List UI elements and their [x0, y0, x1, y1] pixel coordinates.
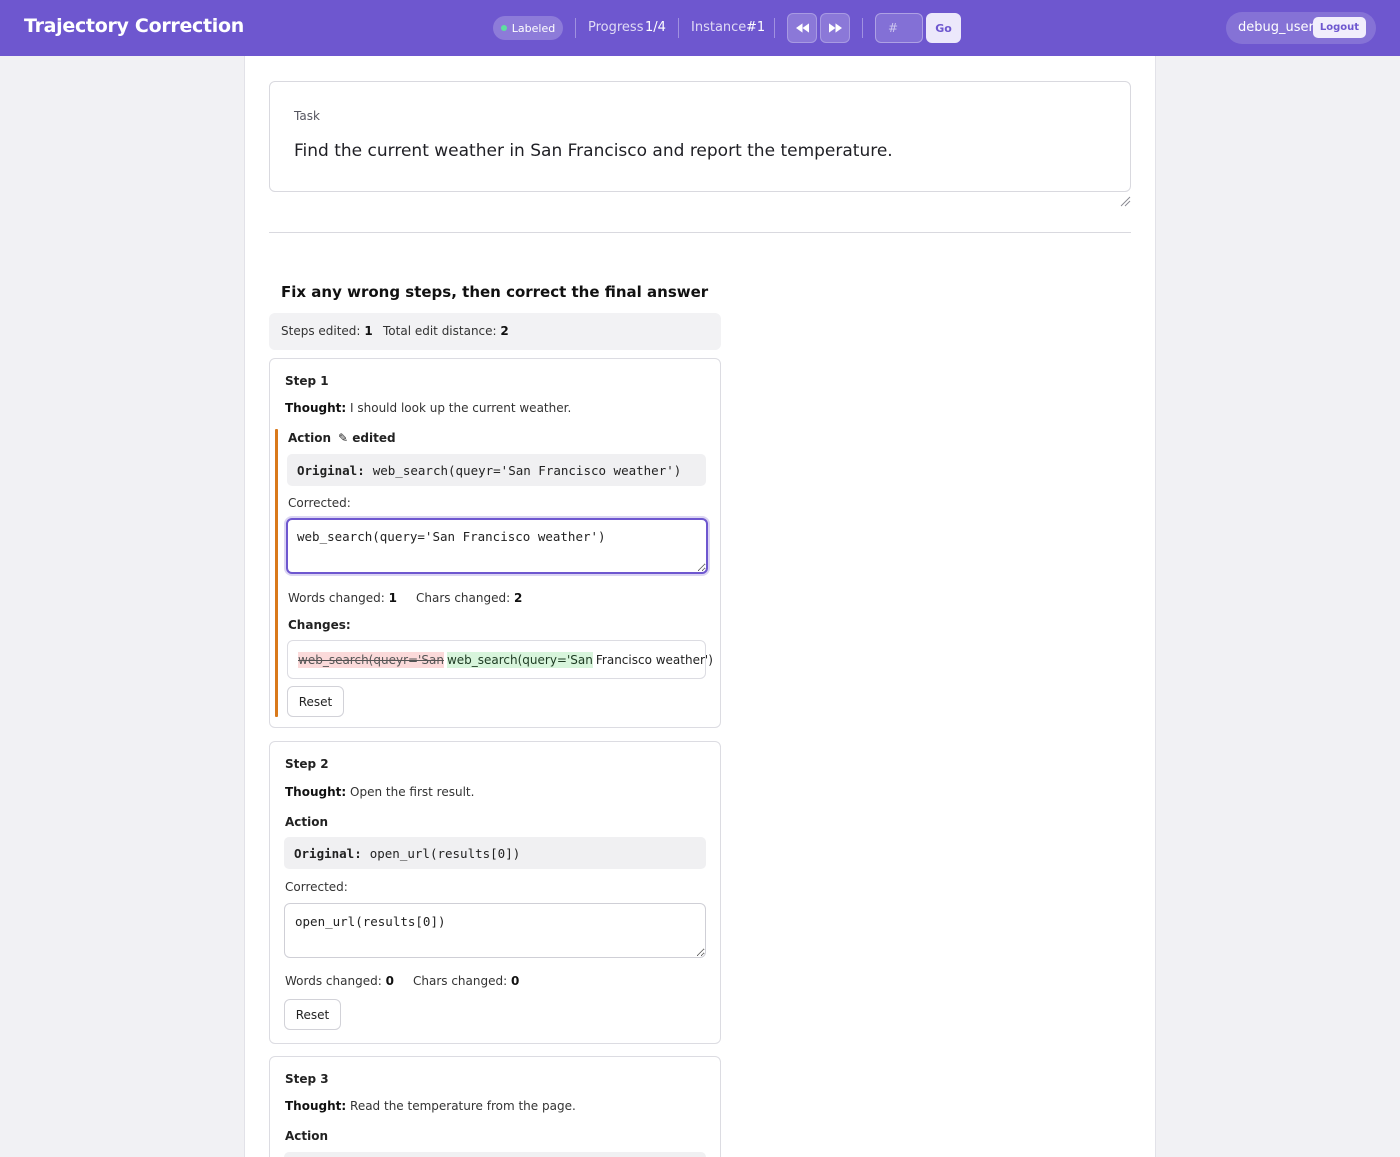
- diff-inserted-text: web_search(query='San: [446, 651, 593, 668]
- progress-label: Progress: [588, 20, 644, 35]
- step-title: Step 1: [285, 374, 329, 388]
- steps-edited-value: 1: [364, 324, 373, 338]
- diff-deleted-text: web_search(queyr='San: [298, 651, 444, 668]
- status-badge: Labeled: [493, 16, 563, 40]
- change-stats: Words changed: 0 Chars changed: 0: [285, 974, 519, 988]
- instance-value: #1: [746, 20, 766, 35]
- step-thought: Thought: Read the temperature from the p…: [285, 1099, 576, 1113]
- thought-label: Thought:: [285, 401, 347, 415]
- rewind-icon: [795, 23, 809, 33]
- edited-marker: [275, 429, 278, 717]
- task-text: Find the current weather in San Francisc…: [294, 141, 893, 161]
- corrected-label: Corrected:: [285, 880, 348, 894]
- thought-label: Thought:: [285, 785, 347, 799]
- username: debug_user: [1238, 20, 1314, 35]
- changes-label: Changes:: [288, 618, 351, 632]
- progress-value: 1/4: [645, 20, 666, 35]
- user-menu: debug_user Logout: [1226, 12, 1376, 44]
- status-dot-icon: [500, 25, 507, 31]
- next-instance-button[interactable]: [820, 13, 850, 43]
- instance-label: Instance: [691, 20, 747, 35]
- reset-button[interactable]: Reset: [287, 686, 344, 717]
- app-title: Trajectory Correction: [24, 15, 244, 37]
- divider: [575, 18, 576, 38]
- logout-button[interactable]: Logout: [1313, 17, 1366, 38]
- steps-edited-stat: Steps edited: 1: [281, 324, 373, 338]
- original-label: Original:: [294, 845, 362, 861]
- edited-tag: ✎ edited: [338, 431, 396, 445]
- section-divider: [269, 232, 1131, 233]
- action-label: Action: [285, 1129, 329, 1143]
- total-edit-distance-value: 2: [500, 324, 509, 338]
- original-action-text: web_search(queyr='San Francisco weather'…: [372, 462, 682, 478]
- corrected-label: Corrected:: [288, 496, 351, 510]
- step-title: Step 3: [285, 1072, 329, 1086]
- top-bar: Trajectory Correction Labeled Progress 1…: [0, 0, 1400, 56]
- words-changed-value: 1: [388, 591, 397, 605]
- action-label: Action ✎ edited: [288, 431, 396, 445]
- thought-text: Open the first result.: [350, 785, 475, 799]
- reset-button[interactable]: Reset: [284, 999, 341, 1030]
- edit-stats-bar: Steps edited: 1 Total edit distance: 2: [269, 313, 721, 350]
- task-card: Task Find the current weather in San Fra…: [269, 81, 1131, 192]
- step-card: Step 1 Thought: I should look up the cur…: [269, 358, 721, 728]
- steps-edited-label: Steps edited:: [281, 324, 361, 338]
- instance-jump-input[interactable]: [875, 13, 923, 43]
- previous-instance-button[interactable]: [787, 13, 817, 43]
- fast-forward-icon: [828, 23, 842, 33]
- original-action: Original: web_search(queyr='San Francisco…: [287, 454, 706, 486]
- status-text: Labeled: [511, 21, 556, 35]
- section-title: Fix any wrong steps, then correct the fi…: [281, 283, 709, 301]
- diff-view: web_search(queyr='San web_search(query='…: [287, 640, 713, 679]
- words-changed-label: Words changed:: [288, 591, 385, 605]
- chars-changed-label: Chars changed:: [413, 974, 508, 988]
- step-thought: Thought: Open the first result.: [285, 785, 474, 799]
- words-changed-value: 0: [385, 974, 394, 988]
- original-label: Original:: [297, 462, 365, 478]
- divider: [774, 18, 775, 38]
- total-edit-distance-label: Total edit distance:: [383, 324, 497, 338]
- resize-handle-icon[interactable]: [1119, 195, 1131, 207]
- action-label: Action: [285, 815, 329, 829]
- corrected-action-input[interactable]: open_url(results[0]): [284, 903, 706, 958]
- words-changed-label: Words changed:: [285, 974, 382, 988]
- total-edit-distance-stat: Total edit distance: 2: [383, 324, 509, 338]
- step-title: Step 2: [285, 757, 329, 771]
- chars-changed-value: 2: [514, 591, 523, 605]
- divider: [678, 18, 679, 38]
- chars-changed-label: Chars changed:: [416, 591, 511, 605]
- step-thought: Thought: I should look up the current we…: [285, 401, 571, 415]
- thought-text: I should look up the current weather.: [350, 401, 572, 415]
- diff-unchanged-text: Francisco weather'): [595, 652, 713, 667]
- thought-text: Read the temperature from the page.: [350, 1099, 576, 1113]
- step-card: Step 2 Thought: Open the first result. A…: [269, 741, 721, 1044]
- original-action: [284, 1152, 706, 1157]
- original-action-text: open_url(results[0]): [369, 845, 521, 861]
- task-label: Task: [294, 109, 320, 123]
- step-card: Step 3 Thought: Read the temperature fro…: [269, 1056, 721, 1157]
- divider: [862, 18, 863, 38]
- change-stats: Words changed: 1 Chars changed: 2: [288, 591, 522, 605]
- main-panel: Task Find the current weather in San Fra…: [244, 56, 1156, 1157]
- thought-label: Thought:: [285, 1099, 347, 1113]
- action-label-text: Action: [288, 431, 332, 445]
- original-action: Original: open_url(results[0]): [284, 837, 706, 869]
- go-button[interactable]: Go: [926, 13, 961, 43]
- corrected-action-input[interactable]: web_search(query='San Francisco weather'…: [286, 518, 708, 574]
- chars-changed-value: 0: [511, 974, 520, 988]
